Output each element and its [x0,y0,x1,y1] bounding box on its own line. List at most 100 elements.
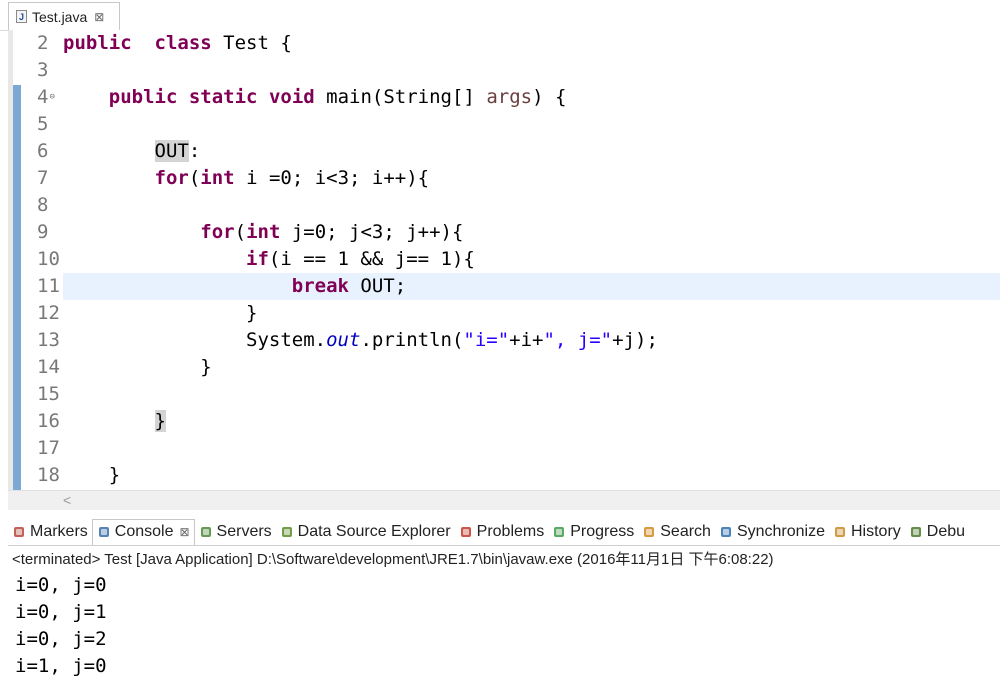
line-number: 10 [21,246,63,273]
code-line[interactable]: public class Test { [63,30,1000,57]
fold-toggle-icon[interactable]: ⊖ [49,92,54,102]
close-icon[interactable]: ⊠ [179,525,189,539]
line-number-text: 12 [37,302,60,324]
line-number: 5 [21,111,63,138]
line-number-text: 11 [37,275,60,297]
tab-label: Progress [570,522,635,540]
code-line[interactable] [63,192,1000,219]
close-icon[interactable]: ⊠ [94,10,104,24]
code-line[interactable]: } [63,300,1000,327]
code-token: out [326,329,361,351]
code-token: args [486,86,533,108]
code-line[interactable] [63,57,1000,84]
tab-synchronize[interactable]: Synchronize [715,519,829,545]
line-number-text: 5 [37,113,49,135]
synchronize-icon [719,525,733,539]
line-number-text: 6 [37,140,49,162]
keyword-token: int [200,167,235,189]
line-number-text: 2 [37,32,49,54]
line-number-text: 17 [37,437,60,459]
code-line[interactable]: if(i == 1 && j== 1){ [63,246,1000,273]
search-icon [642,525,656,539]
problems-icon [459,525,473,539]
line-number: 17 [21,435,63,462]
keyword-token: public [108,86,178,108]
code-line[interactable]: for(int i =0; i<3; i++){ [63,165,1000,192]
label-token: } [154,410,166,432]
code-line[interactable]: } [63,462,1000,489]
code-line[interactable]: } [63,354,1000,381]
code-line[interactable]: } [63,408,1000,435]
code-line-current[interactable]: break OUT; [63,273,1000,300]
line-number-text: 13 [37,329,60,351]
servers-icon [199,525,213,539]
code-line[interactable]: OUT: [63,138,1000,165]
code-token: } [63,356,212,378]
keyword-token: class [154,32,212,54]
code-line[interactable] [63,381,1000,408]
code-token: System. [63,329,327,351]
line-number: 2 [21,30,63,57]
editor-tab-test-java[interactable]: J Test.java ⊠ [8,2,120,30]
markers-icon [12,525,26,539]
console-status-text: <terminated> Test [Java Application] D:\… [12,551,774,568]
console-output-line: i=0, j=0 [15,574,107,596]
line-number-text: 15 [37,383,60,405]
console-output[interactable]: i=0, j=0 i=0, j=1 i=0, j=2 i=1, j=0 [15,572,107,680]
code-token: i =0; i<3; i++){ [234,167,430,189]
code-token: ( [188,167,201,189]
tab-debu[interactable]: Debu [905,519,969,545]
line-number: 13 [21,327,63,354]
code-line[interactable] [63,435,1000,462]
tab-history[interactable]: History [829,519,905,545]
code-line[interactable]: public static void main(String[] args) { [63,84,1000,111]
tab-markers[interactable]: Markers [8,519,92,545]
string-token: ", j=" [543,329,613,351]
line-number: 4⊖ [21,84,63,111]
progress-icon [552,525,566,539]
keyword-token: break [291,275,349,297]
code-text-area[interactable]: public class Test { public static void m… [63,30,1000,490]
tab-data-source-explorer[interactable]: Data Source Explorer [276,519,455,545]
tab-search[interactable]: Search [638,519,715,545]
line-number-text: 18 [37,464,60,486]
code-line[interactable]: for(int j=0; j<3; j++){ [63,219,1000,246]
code-token: OUT; [348,275,407,297]
tab-label: History [851,522,901,540]
line-number-text: 16 [37,410,60,432]
keyword-token: void [268,86,315,108]
scroll-left-arrow-icon[interactable]: < [63,492,71,508]
code-editor[interactable]: 2 3 4⊖ 5 6 7 8 9 10 11 12 13 14 15 16 17 18 public class… [8,30,1000,490]
horizontal-scrollbar[interactable]: < [8,490,1000,510]
tab-console[interactable]: Console ⊠ [91,518,195,545]
java-file-icon: J [16,10,27,23]
tab-label: Debu [926,522,966,540]
code-token: j=0; j<3; j++){ [280,221,464,243]
line-number-text: 4 [37,86,49,108]
keyword-token: for [154,167,189,189]
label-token: OUT [154,140,189,162]
tab-problems[interactable]: Problems [455,519,549,545]
keyword-token: public [63,32,132,54]
tab-label: Data Source Explorer [297,522,451,540]
code-token: ) { [532,86,567,108]
line-number: 7 [21,165,63,192]
console-output-line: i=1, j=0 [15,655,107,677]
code-line[interactable]: System.out.println("i="+i+", j="+j); [63,327,1000,354]
tab-servers[interactable]: Servers [195,519,276,545]
line-number: 11 [21,273,63,300]
line-number: 9 [21,219,63,246]
code-line[interactable] [63,111,1000,138]
line-number-gutter: 2 3 4⊖ 5 6 7 8 9 10 11 12 13 14 15 16 17 18 [21,30,63,490]
line-number: 14 [21,354,63,381]
line-number-text: 7 [37,167,49,189]
tab-progress[interactable]: Progress [548,519,638,545]
code-token: +j); [612,329,658,351]
keyword-token: static [188,86,258,108]
